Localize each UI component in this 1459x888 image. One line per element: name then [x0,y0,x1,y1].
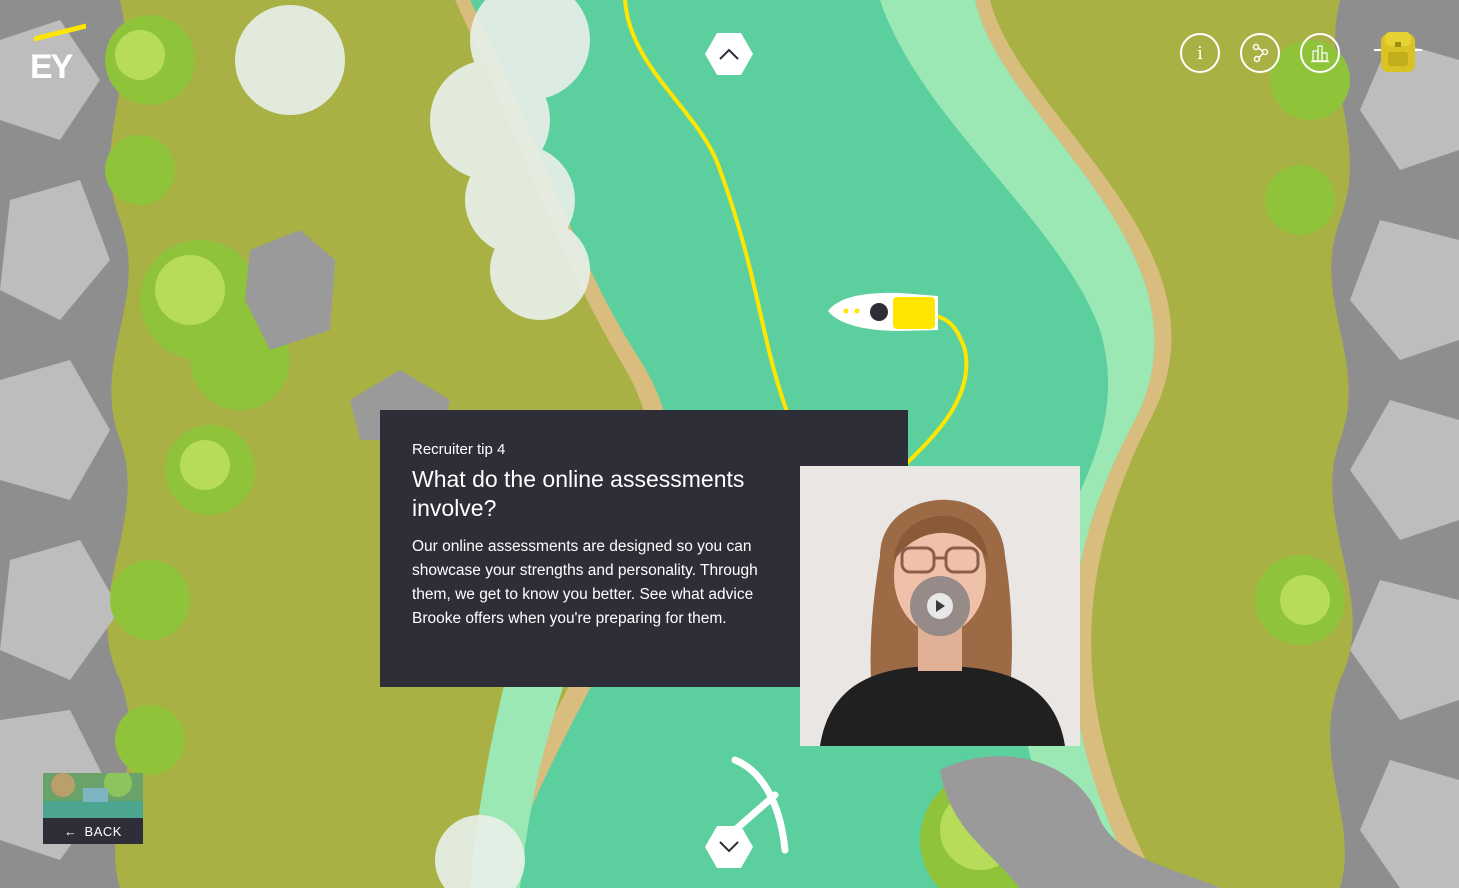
back-label-bar: ← BACK [43,818,143,844]
logo-beam [34,23,86,42]
backpack-icon [1374,32,1422,72]
arrow-left-icon: ← [64,823,78,839]
ey-logo[interactable]: EY [30,23,90,86]
back-label: BACK [84,823,122,839]
play-icon [927,593,953,619]
share-icon [1252,43,1269,63]
info-button[interactable]: i [1180,33,1220,73]
tip-title: What do the online assessments involve? [412,466,745,521]
scroll-down-button[interactable] [705,826,753,868]
info-icon: i [1197,42,1203,64]
chevron-down-icon [719,841,739,853]
back-button[interactable]: ← BACK [43,773,143,844]
play-button[interactable] [910,576,970,636]
video-player[interactable] [800,466,1080,746]
scroll-up-button[interactable] [705,33,753,75]
tip-body: Our online assessments are designed so y… [412,538,758,627]
backpack-button[interactable] [1374,30,1422,74]
leaderboard-button[interactable] [1300,33,1340,73]
back-scene-thumbnail [43,773,143,818]
chevron-up-icon [719,48,739,60]
logo-text: EY [30,48,73,86]
tip-label: Recruiter tip 4 [412,441,506,458]
leaderboard-icon [1311,45,1329,63]
share-button[interactable] [1240,33,1280,73]
